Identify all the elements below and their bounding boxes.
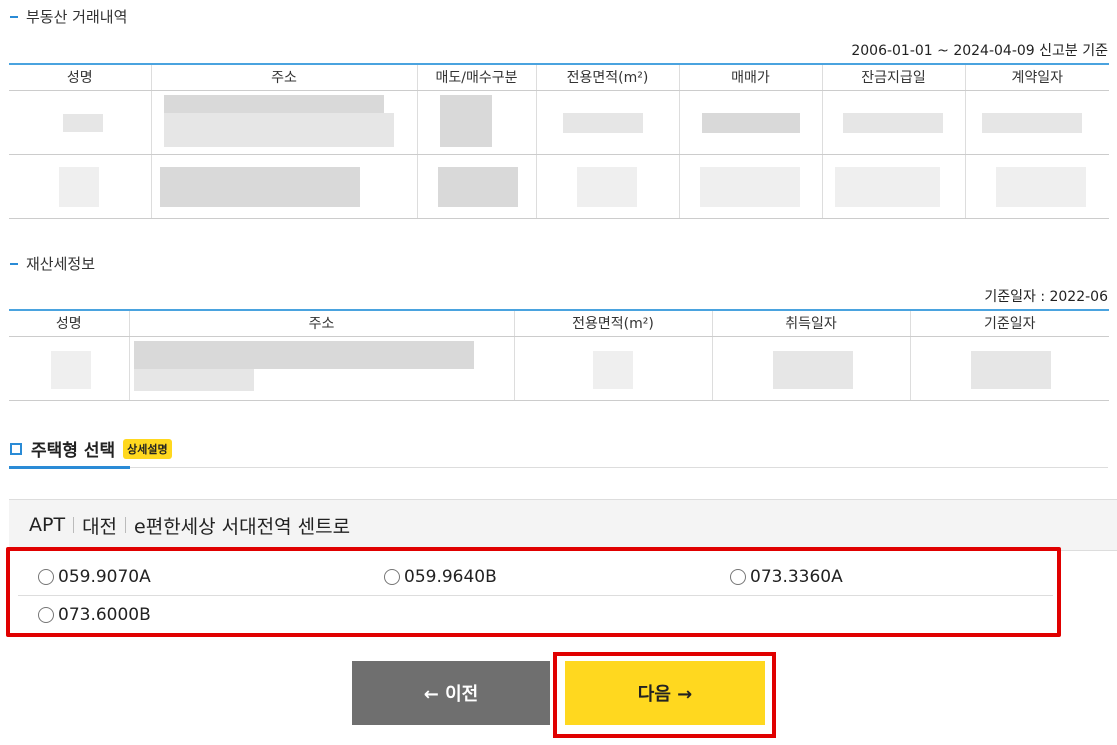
redacted-cell xyxy=(678,154,822,219)
redacted-cell xyxy=(909,336,1109,401)
prev-button[interactable]: ← 이전 xyxy=(352,661,550,725)
divider xyxy=(125,517,127,533)
options-row: 059.9070A 059.9640B 073.3360A xyxy=(18,557,1053,596)
realestate-title: 부동산 거래내역 xyxy=(26,8,128,26)
property-tax-section-title: 재산세정보 xyxy=(10,253,95,274)
table-row xyxy=(9,336,1109,401)
house-type-title: 주택형 선택 xyxy=(31,441,116,461)
redacted-cell xyxy=(513,336,712,401)
col-header-acquire-date: 취득일자 xyxy=(711,310,910,337)
realestate-header-row: 성명 주소 매도/매수구분 전용면적(m²) 매매가 잔금지급일 계약일자 xyxy=(9,64,1109,91)
radio-button[interactable] xyxy=(38,569,54,585)
house-type-section-title: 주택형 선택 상세설명 xyxy=(10,436,172,461)
col-header-name: 성명 xyxy=(9,64,151,91)
redacted-cell xyxy=(9,90,151,155)
option-label: 059.9640B xyxy=(404,567,497,587)
realestate-section-title: 부동산 거래내역 xyxy=(10,6,127,27)
option-059-9070a[interactable]: 059.9070A xyxy=(38,567,151,587)
redacted-cell xyxy=(535,90,679,155)
table-row xyxy=(9,90,1109,155)
complex-info-bar: APT 대전 e편한세상 서대전역 센트로 xyxy=(9,499,1117,551)
redacted-cell xyxy=(821,90,965,155)
redacted-cell xyxy=(9,154,151,219)
col-header-address: 주소 xyxy=(128,310,514,337)
redacted-cell xyxy=(150,90,417,155)
redacted-cell xyxy=(964,90,1109,155)
redacted-cell xyxy=(9,336,129,401)
col-header-area: 전용면적(m²) xyxy=(513,310,712,337)
redacted-cell xyxy=(128,336,514,401)
option-label: 073.6000B xyxy=(58,605,151,625)
redacted-cell xyxy=(416,90,536,155)
square-bullet-icon xyxy=(10,442,22,455)
realestate-period-note: 2006-01-01 ~ 2024-04-09 신고분 기준 xyxy=(851,43,1108,59)
redacted-cell xyxy=(678,90,822,155)
col-header-trade-type: 매도/매수구분 xyxy=(416,64,536,91)
option-073-6000b[interactable]: 073.6000B xyxy=(38,605,151,625)
property-tax-title: 재산세정보 xyxy=(26,255,96,273)
house-type-options-group: 059.9070A 059.9640B 073.3360A 073.6000B xyxy=(6,547,1061,637)
divider xyxy=(73,517,75,533)
property-tax-table: 성명 주소 전용면적(m²) 취득일자 기준일자 xyxy=(9,309,1109,401)
redacted-cell xyxy=(535,154,679,219)
col-header-contract-date: 계약일자 xyxy=(964,64,1109,91)
section-dash-icon xyxy=(10,262,18,265)
section-dash-icon xyxy=(10,15,18,18)
table-row xyxy=(9,154,1109,219)
col-header-price: 매매가 xyxy=(678,64,822,91)
redacted-cell xyxy=(150,154,417,219)
complex-region: 대전 xyxy=(82,515,118,538)
redacted-cell xyxy=(416,154,536,219)
option-label: 059.9070A xyxy=(58,567,151,587)
redacted-cell xyxy=(821,154,965,219)
col-header-base-date: 기준일자 xyxy=(909,310,1109,337)
redacted-cell xyxy=(711,336,910,401)
option-073-3360a[interactable]: 073.3360A xyxy=(730,567,843,587)
complex-name: e편한세상 서대전역 센트로 xyxy=(134,515,351,538)
radio-button[interactable] xyxy=(38,607,54,623)
option-label: 073.3360A xyxy=(750,567,843,587)
col-header-address: 주소 xyxy=(150,64,417,91)
active-tab-underline xyxy=(9,466,130,469)
divider xyxy=(9,467,1108,468)
radio-button[interactable] xyxy=(730,569,746,585)
redacted-cell xyxy=(964,154,1109,219)
detail-badge-button[interactable]: 상세설명 xyxy=(123,438,172,459)
option-059-9640b[interactable]: 059.9640B xyxy=(384,567,497,587)
col-header-area: 전용면적(m²) xyxy=(535,64,679,91)
property-tax-header-row: 성명 주소 전용면적(m²) 취득일자 기준일자 xyxy=(9,310,1109,337)
col-header-name: 성명 xyxy=(9,310,129,337)
realestate-table: 성명 주소 매도/매수구분 전용면적(m²) 매매가 잔금지급일 계약일자 xyxy=(9,63,1109,219)
next-button[interactable]: 다음 → xyxy=(565,661,765,725)
complex-type: APT xyxy=(29,514,66,536)
radio-button[interactable] xyxy=(384,569,400,585)
property-tax-base-note: 기준일자 : 2022-06 xyxy=(984,289,1108,305)
options-row: 073.6000B xyxy=(18,595,1053,633)
col-header-payment-date: 잔금지급일 xyxy=(821,64,965,91)
